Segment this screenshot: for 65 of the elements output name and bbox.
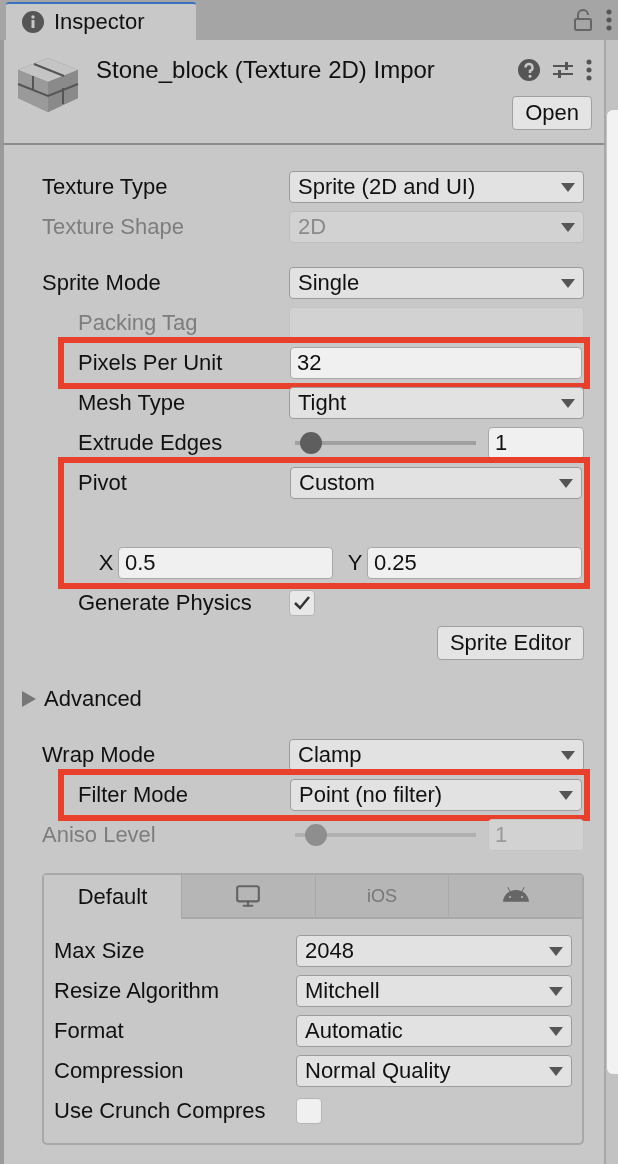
- field-label: Compression: [54, 1058, 185, 1084]
- dropdown-arrow-icon: [561, 398, 575, 408]
- axis-label: Y: [346, 550, 364, 576]
- input-field[interactable]: 32: [290, 347, 582, 379]
- dropdown[interactable]: Mitchell: [296, 975, 572, 1007]
- dropdown[interactable]: Automatic: [296, 1015, 572, 1047]
- field-label: Pivot: [78, 470, 128, 496]
- field-label: Texture Shape: [42, 214, 185, 240]
- field-label: Wrap Mode: [42, 742, 157, 768]
- field-label: Sprite Mode: [42, 270, 162, 296]
- info-icon: [22, 11, 44, 33]
- field-label: Pixels Per Unit: [78, 350, 224, 376]
- dropdown[interactable]: Single: [289, 267, 584, 299]
- field-label: Format: [54, 1018, 125, 1044]
- sprite-editor-button[interactable]: Sprite Editor: [436, 626, 584, 660]
- field-label: Aniso Level: [42, 822, 157, 848]
- dropdown[interactable]: 2048: [296, 935, 572, 967]
- dropdown[interactable]: Tight: [289, 387, 584, 419]
- more-icon[interactable]: [586, 59, 592, 81]
- field-label: Max Size: [54, 938, 146, 964]
- platform-tab[interactable]: [181, 875, 315, 919]
- input-field[interactable]: 0.25: [367, 547, 582, 579]
- axis-label: X: [97, 550, 115, 576]
- dropdown-arrow-icon: [561, 222, 575, 232]
- dropdown[interactable]: Custom: [290, 467, 582, 499]
- dropdown[interactable]: Sprite (2D and UI): [289, 171, 584, 203]
- dropdown-arrow-icon: [549, 1066, 563, 1076]
- field-label: Packing Tag: [78, 310, 199, 336]
- settings-sliders-icon[interactable]: [552, 59, 574, 81]
- lock-icon[interactable]: [574, 9, 592, 31]
- checkmark-icon: [293, 595, 311, 611]
- slider-thumb[interactable]: [299, 432, 322, 454]
- input-field[interactable]: 0.5: [118, 547, 333, 579]
- dropdown-arrow-icon: [549, 986, 563, 996]
- dropdown-arrow-icon: [561, 182, 575, 192]
- dropdown[interactable]: Clamp: [289, 739, 584, 771]
- platform-tab[interactable]: [448, 875, 582, 919]
- inspector-tab[interactable]: Inspector: [6, 2, 196, 40]
- monitor-icon: [235, 883, 262, 909]
- dropdown-arrow-icon: [561, 278, 575, 288]
- more-icon[interactable]: [606, 9, 612, 31]
- foldout-label[interactable]: Advanced: [44, 686, 244, 712]
- foldout-arrow-icon[interactable]: [22, 691, 36, 707]
- tab-title: Inspector: [54, 9, 145, 35]
- help-icon[interactable]: [518, 59, 540, 81]
- dropdown[interactable]: Point (no filter): [290, 779, 582, 811]
- dropdown[interactable]: Normal Quality: [296, 1055, 572, 1087]
- field-label: Texture Type: [42, 174, 169, 200]
- dropdown-arrow-icon: [559, 790, 573, 800]
- dropdown-arrow-icon: [549, 1026, 563, 1036]
- field-label: Extrude Edges: [78, 430, 224, 456]
- dropdown-arrow-icon: [559, 478, 573, 488]
- open-button[interactable]: Open: [512, 96, 592, 130]
- checkbox[interactable]: [296, 1098, 322, 1124]
- field-label: Resize Algorithm: [54, 978, 221, 1004]
- field-label: Filter Mode: [78, 782, 190, 808]
- dropdown-arrow-icon: [561, 750, 575, 760]
- asset-title: Stone_block (Texture 2D) Impor: [96, 56, 436, 84]
- dropdown-arrow-icon: [549, 946, 563, 956]
- field-label: Generate Physics: [78, 590, 253, 616]
- input-field[interactable]: 1: [488, 427, 584, 459]
- field-label: Use Crunch Compres: [54, 1098, 267, 1124]
- checkbox[interactable]: [289, 590, 315, 616]
- scrollbar[interactable]: [604, 40, 618, 1164]
- field-label: Mesh Type: [78, 390, 187, 416]
